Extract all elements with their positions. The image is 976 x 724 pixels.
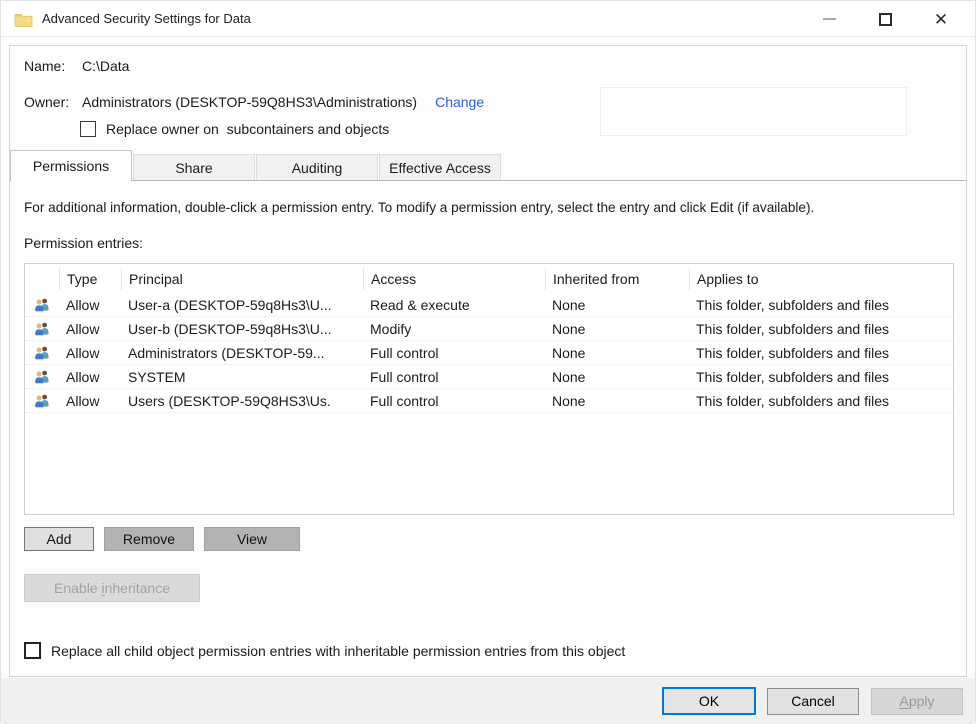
replace-child-checkbox[interactable] — [24, 642, 41, 659]
column-header-applies-to[interactable]: Applies to — [689, 268, 953, 290]
cell-type: Allow — [59, 321, 121, 337]
label-part: A — [899, 693, 908, 709]
cell-applies-to: This folder, subfolders and files — [689, 297, 953, 313]
table-row[interactable]: Allow User-b (DESKTOP-59q8Hs3\U... Modif… — [25, 317, 953, 341]
name-row: Name: C:\Data — [24, 58, 129, 74]
cell-type: Allow — [59, 297, 121, 313]
name-value: C:\Data — [82, 58, 129, 74]
table-row[interactable]: Allow Administrators (DESKTOP-59... Full… — [25, 341, 953, 365]
group-icon — [34, 345, 51, 360]
apply-button[interactable]: Apply — [871, 688, 963, 715]
tab-effective-access[interactable]: Effective Access — [379, 154, 501, 181]
minimize-icon — [823, 18, 836, 20]
replace-child-label: Replace all child object permission entr… — [51, 643, 625, 659]
enable-inheritance-button[interactable]: Enable inheritance — [24, 574, 200, 602]
group-icon — [34, 321, 51, 336]
label-part: pply — [909, 693, 935, 709]
instruction-text: For additional information, double-click… — [24, 200, 956, 215]
cell-inherited-from: None — [545, 321, 689, 337]
tab-auditing[interactable]: Auditing — [256, 154, 378, 181]
cell-applies-to: This folder, subfolders and files — [689, 321, 953, 337]
window-title: Advanced Security Settings for Data — [42, 11, 251, 26]
tab-permissions[interactable]: Permissions — [10, 150, 132, 181]
cell-type: Allow — [59, 345, 121, 361]
name-label: Name: — [24, 58, 82, 74]
table-row[interactable]: Allow Users (DESKTOP-59Q8HS3\Us. Full co… — [25, 389, 953, 413]
cell-inherited-from: None — [545, 297, 689, 313]
group-icon — [34, 393, 51, 408]
maximize-button[interactable] — [857, 1, 913, 37]
cell-access: Read & execute — [363, 297, 545, 313]
row-icon-cell — [25, 393, 59, 408]
cell-principal: Users (DESKTOP-59Q8HS3\Us. — [121, 393, 363, 409]
titlebar: Advanced Security Settings for Data ✕ — [1, 1, 975, 37]
permission-entries-label: Permission entries: — [24, 235, 143, 251]
dialog-body-panel: Name: C:\Data Owner: Administrators (DES… — [9, 45, 967, 677]
window-controls: ✕ — [801, 1, 969, 37]
cell-principal: User-a (DESKTOP-59q8Hs3\U... — [121, 297, 363, 313]
group-icon — [34, 297, 51, 312]
owner-label: Owner: — [24, 94, 82, 110]
cell-access: Full control — [363, 345, 545, 361]
minimize-button[interactable] — [801, 1, 857, 37]
column-header-type[interactable]: Type — [59, 268, 121, 290]
column-header-inherited-from[interactable]: Inherited from — [545, 268, 689, 290]
owner-ghost-box — [600, 87, 907, 136]
cell-applies-to: This folder, subfolders and files — [689, 369, 953, 385]
cell-principal: User-b (DESKTOP-59q8Hs3\U... — [121, 321, 363, 337]
owner-value: Administrators (DESKTOP-59Q8HS3\Administ… — [82, 94, 417, 110]
cell-access: Full control — [363, 369, 545, 385]
folder-icon — [14, 12, 33, 27]
tab-share[interactable]: Share — [133, 154, 255, 181]
cell-access: Modify — [363, 321, 545, 337]
close-icon: ✕ — [934, 11, 948, 28]
owner-row: Owner: Administrators (DESKTOP-59Q8HS3\A… — [24, 94, 484, 110]
replace-owner-label: Replace owner on subcontainers and objec… — [106, 121, 389, 137]
entry-actions-row: Add Remove View — [24, 527, 310, 551]
cell-inherited-from: None — [545, 369, 689, 385]
group-icon — [34, 369, 51, 384]
row-icon-cell — [25, 321, 59, 336]
permission-entries-table: Type Principal Access Inherited from App… — [24, 263, 954, 515]
tab-baseline-divider — [10, 180, 966, 181]
column-header-principal[interactable]: Principal — [121, 268, 363, 290]
view-button[interactable]: View — [204, 527, 300, 551]
change-owner-link[interactable]: Change — [435, 94, 484, 110]
cancel-button[interactable]: Cancel — [767, 688, 859, 715]
maximize-icon — [879, 13, 892, 26]
cell-principal: Administrators (DESKTOP-59... — [121, 345, 363, 361]
footer-bar: OK Cancel Apply — [1, 678, 975, 724]
row-icon-cell — [25, 345, 59, 360]
label-part: nheritance — [105, 580, 170, 596]
cell-type: Allow — [59, 369, 121, 385]
close-button[interactable]: ✕ — [913, 1, 969, 37]
cell-applies-to: This folder, subfolders and files — [689, 393, 953, 409]
replace-owner-row: Replace owner on subcontainers and objec… — [80, 121, 389, 137]
column-header-icon — [25, 268, 59, 290]
replace-child-row: Replace all child object permission entr… — [24, 642, 625, 659]
tab-bar: Permissions Share Auditing Effective Acc… — [10, 150, 966, 181]
cell-applies-to: This folder, subfolders and files — [689, 345, 953, 361]
advanced-security-settings-window: Advanced Security Settings for Data ✕ Na… — [0, 0, 976, 723]
replace-owner-checkbox[interactable] — [80, 121, 96, 137]
cell-type: Allow — [59, 393, 121, 409]
ok-button[interactable]: OK — [662, 687, 756, 715]
cell-inherited-from: None — [545, 345, 689, 361]
cell-access: Full control — [363, 393, 545, 409]
label-part: Enable — [54, 580, 101, 596]
row-icon-cell — [25, 297, 59, 312]
remove-button[interactable]: Remove — [104, 527, 194, 551]
add-button[interactable]: Add — [24, 527, 94, 551]
cell-inherited-from: None — [545, 393, 689, 409]
cell-principal: SYSTEM — [121, 369, 363, 385]
row-icon-cell — [25, 369, 59, 384]
table-header: Type Principal Access Inherited from App… — [25, 264, 953, 293]
table-row[interactable]: Allow User-a (DESKTOP-59q8Hs3\U... Read … — [25, 293, 953, 317]
column-header-access[interactable]: Access — [363, 268, 545, 290]
table-row[interactable]: Allow SYSTEM Full control None This fold… — [25, 365, 953, 389]
